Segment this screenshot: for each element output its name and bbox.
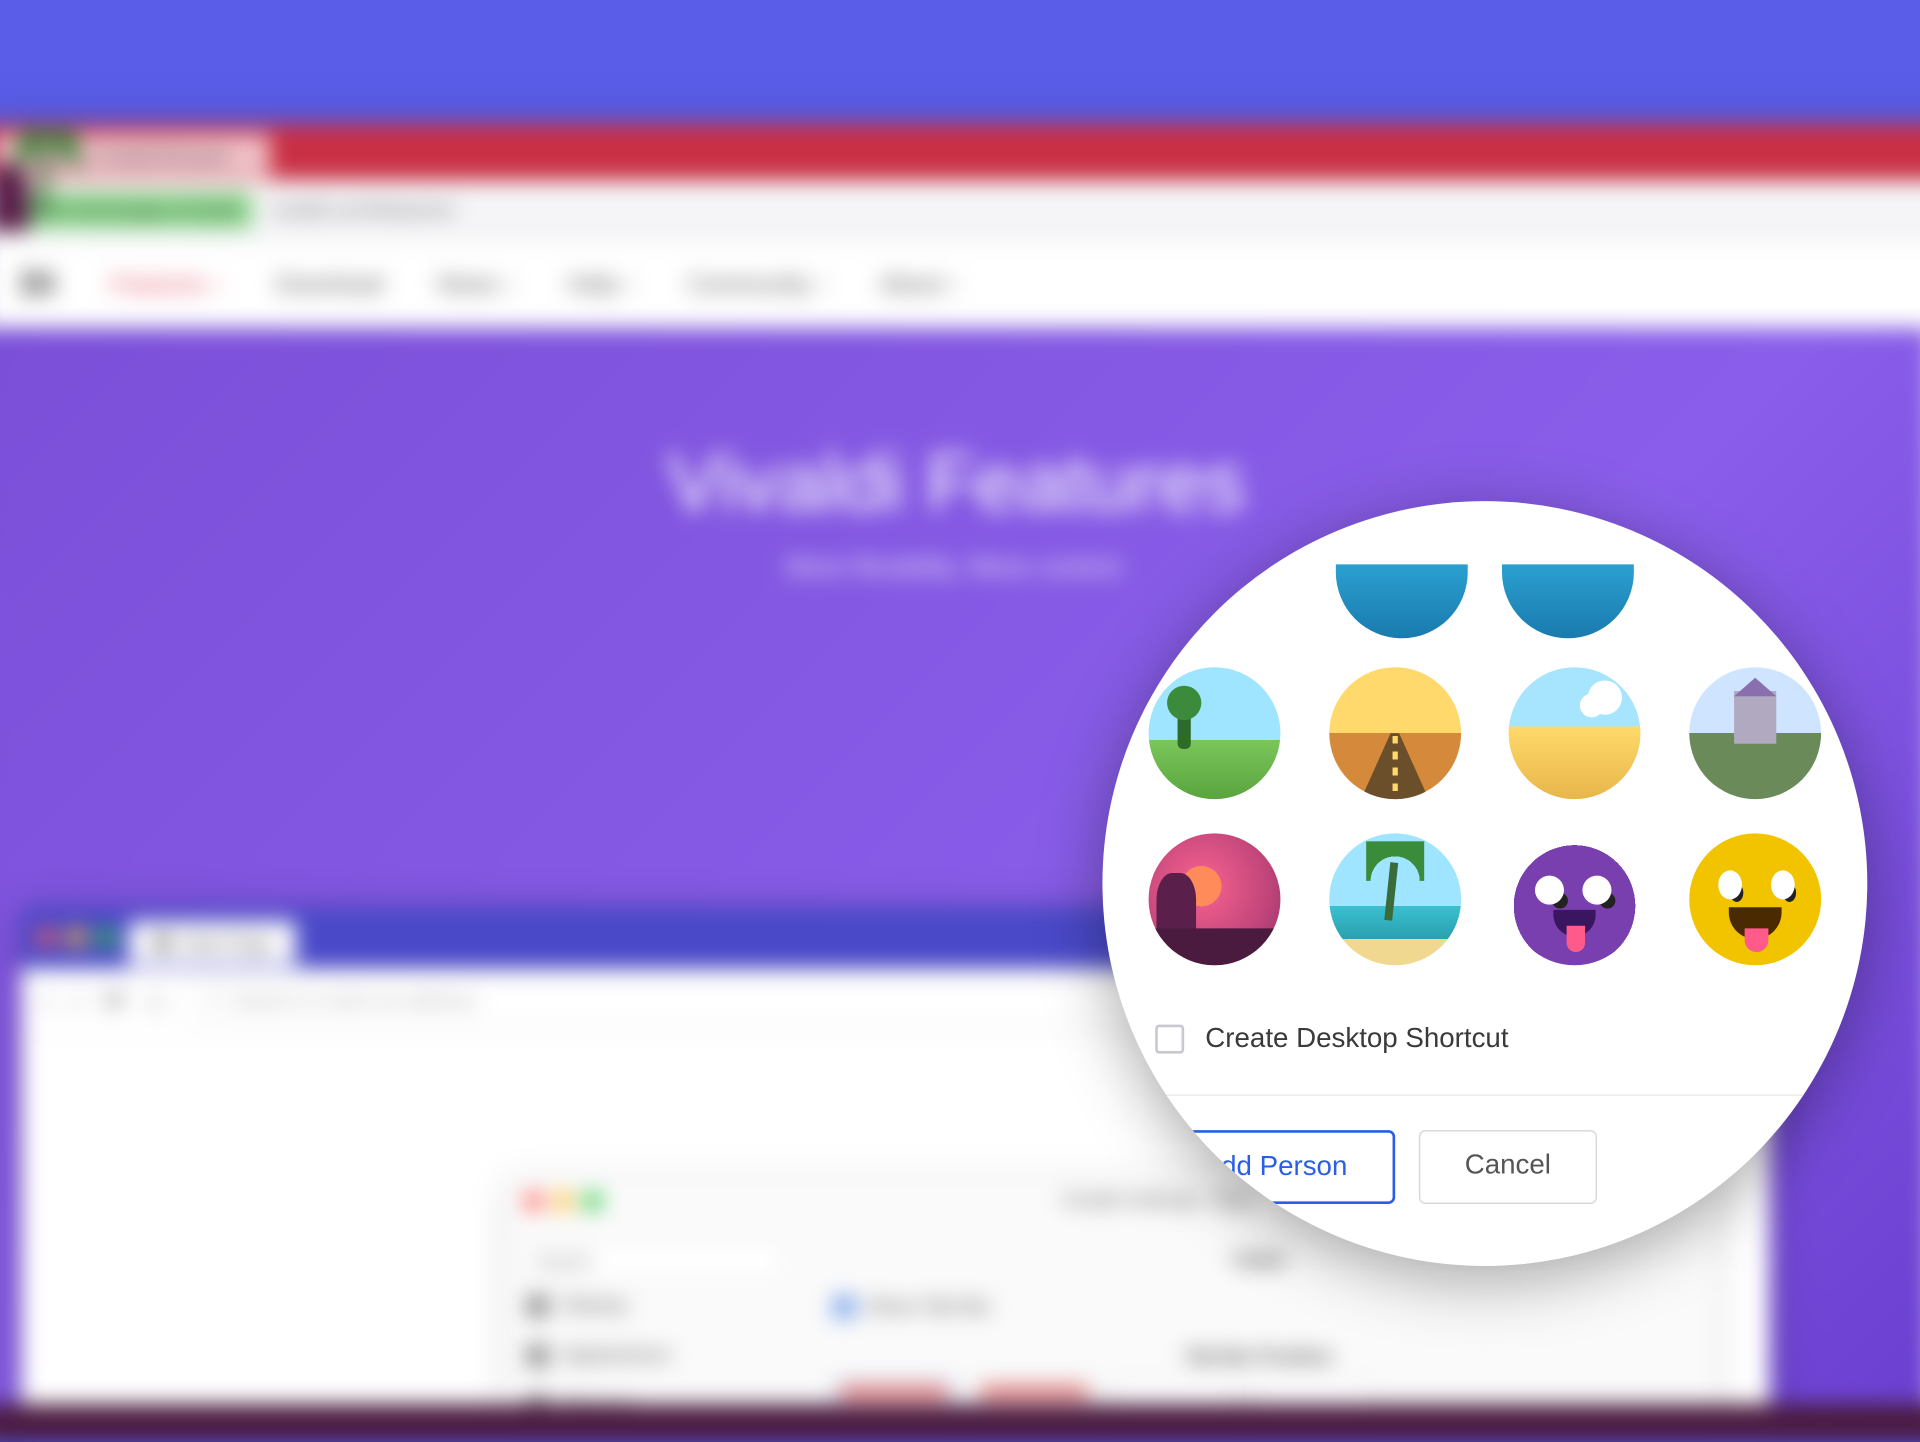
avatar-option-castle[interactable] xyxy=(1689,667,1821,799)
hero-title: Vivaldi Features xyxy=(0,436,1920,529)
avatar-option[interactable] xyxy=(1336,564,1468,638)
site-logo[interactable]: DI xyxy=(21,266,56,304)
back-icon[interactable]: ‹ xyxy=(43,986,52,1017)
home-icon[interactable]: ⌂ xyxy=(148,986,164,1017)
avatar-option-sunset[interactable] xyxy=(1149,833,1281,965)
desktop-shortcut-checkbox[interactable] xyxy=(1155,1024,1184,1053)
nav-community[interactable]: Community▾ xyxy=(687,270,826,298)
sidebar-item-appearance[interactable]: Appearance xyxy=(522,1330,786,1380)
vivaldi-icon xyxy=(527,1295,549,1317)
desktop-shortcut-label: Create Desktop Shortcut xyxy=(1205,1023,1508,1055)
chevron-down-icon: ▾ xyxy=(951,275,959,294)
show-tab-bar-checkbox[interactable]: Show Tab Bar xyxy=(834,1295,1684,1318)
chevron-down-icon: ▾ xyxy=(818,275,826,294)
avatar-option-monster[interactable] xyxy=(1509,833,1641,965)
chevron-down-icon: ▾ xyxy=(625,275,633,294)
nav-news[interactable]: News▾ xyxy=(437,270,514,298)
vivaldi-icon: V xyxy=(208,990,221,1013)
appearance-icon xyxy=(527,1344,549,1366)
settings-search-input[interactable] xyxy=(522,1242,786,1281)
chevron-down-icon: ▾ xyxy=(214,275,222,294)
url-text[interactable]: vivaldi.com/features/ xyxy=(271,199,1920,222)
create-person-popup: Create Desktop Shortcut Add Person Cance… xyxy=(1102,501,1867,1266)
page-icon xyxy=(153,933,172,952)
nav-about[interactable]: About▾ xyxy=(880,270,959,298)
reload-icon[interactable]: ⟳ xyxy=(104,985,127,1019)
cancel-button[interactable]: Cancel xyxy=(1419,1129,1598,1203)
traffic-lights[interactable] xyxy=(524,1191,602,1210)
avatar-option-hills[interactable] xyxy=(1149,667,1281,799)
forward-icon[interactable]: › xyxy=(73,986,82,1017)
site-navbar: DI Features▾ Download News▾ Help▾ Commun… xyxy=(0,242,1920,328)
nav-download[interactable]: Download xyxy=(275,270,383,298)
avatar-option-emoji[interactable] xyxy=(1689,833,1821,965)
traffic-lights[interactable] xyxy=(37,928,115,947)
nav-features[interactable]: Features▾ xyxy=(110,270,222,298)
avatar-option-road[interactable] xyxy=(1329,667,1461,799)
nav-help[interactable]: Help▾ xyxy=(568,270,634,298)
checkbox-icon xyxy=(834,1296,856,1318)
demo-tab[interactable]: Start Page xyxy=(129,921,296,964)
avatar-option-beach[interactable] xyxy=(1329,833,1461,965)
sidebar-item-startup[interactable]: Startup xyxy=(522,1281,786,1331)
titlebar: Features | Vivaldi Browser ⟲ ▦ — ☐ ✕ xyxy=(0,124,1920,180)
avatar-option-dunes[interactable] xyxy=(1509,667,1641,799)
chevron-down-icon: ▾ xyxy=(506,275,514,294)
avatar-option[interactable] xyxy=(1502,564,1634,638)
address-bar: Vivaldi Technologies AS [NO] vivaldi.com… xyxy=(0,180,1920,242)
tab-position-label: Tab Bar Position xyxy=(834,1345,1684,1367)
